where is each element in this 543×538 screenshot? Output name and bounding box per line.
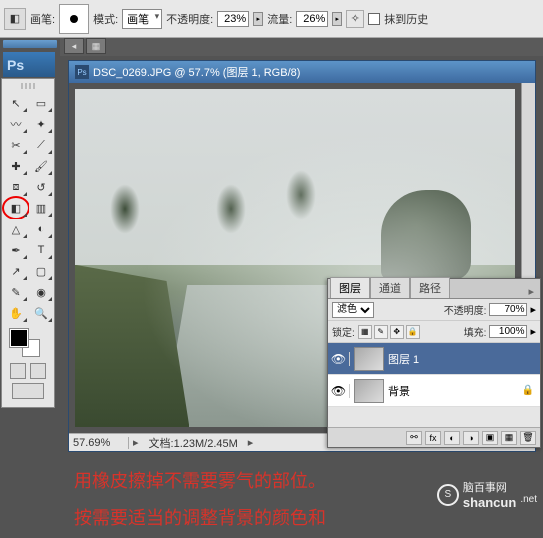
flow-label: 流量: bbox=[267, 11, 292, 27]
move-tool[interactable]: ↖ bbox=[4, 93, 28, 113]
palette-tab-icon[interactable]: ▦ bbox=[86, 38, 106, 54]
opacity-arrow-icon[interactable]: ▸ bbox=[253, 12, 263, 26]
annotation-line-1: 用橡皮擦掉不需要雾气的部位。 bbox=[74, 467, 326, 493]
wand-tool[interactable]: ✦ bbox=[29, 114, 53, 134]
crop-tool[interactable]: ✂ bbox=[4, 135, 28, 155]
heal-tool[interactable]: ✚ bbox=[4, 156, 28, 176]
brush-preview[interactable] bbox=[59, 4, 89, 34]
palette-toggle-icon[interactable]: ◂ bbox=[64, 38, 84, 54]
screen-mode-icon[interactable] bbox=[12, 383, 44, 399]
blur-tool[interactable]: △ bbox=[4, 219, 28, 239]
quickmask-standard-icon[interactable] bbox=[10, 363, 26, 379]
eraser-presets-icon[interactable]: ◧ bbox=[4, 8, 26, 30]
gradient-tool[interactable]: ▥ bbox=[29, 198, 53, 218]
filetype-icon: Ps bbox=[75, 65, 89, 79]
eyedrop-tool[interactable]: ◉ bbox=[29, 282, 53, 302]
options-bar: ◧ 画笔: 76 模式: 画笔 不透明度: 23% ▸ 流量: 26% ▸ ✧ … bbox=[0, 0, 543, 38]
document-titlebar[interactable]: Ps DSC_0269.JPG @ 57.7% (图层 1, RGB/8) bbox=[69, 61, 535, 83]
airbrush-icon[interactable]: ✧ bbox=[346, 10, 364, 28]
type-tool[interactable]: T bbox=[29, 240, 53, 260]
new-layer-icon[interactable]: ▦ bbox=[501, 431, 517, 445]
titlebar-decoration bbox=[3, 40, 57, 48]
layer-row[interactable]: 👁 背景 🔒 bbox=[328, 375, 540, 407]
pen-tool[interactable]: ✒ bbox=[4, 240, 28, 260]
opacity-slider-icon[interactable]: ▸ bbox=[530, 303, 536, 316]
delete-layer-icon[interactable]: 🗑 bbox=[520, 431, 536, 445]
layer-style-icon[interactable]: fx bbox=[425, 431, 441, 445]
slice-tool[interactable]: ⟋ bbox=[29, 135, 53, 155]
brush-tool[interactable]: 🖌 bbox=[29, 156, 53, 176]
visibility-icon[interactable]: 👁 bbox=[328, 352, 350, 366]
layers-footer: ⚯ fx ◐ ◑ ▣ ▦ 🗑 bbox=[328, 427, 540, 447]
toolbox-handle[interactable] bbox=[2, 81, 54, 91]
toolbox: ↖▭〰✦✂⟋✚🖌⧈↺◧▥△◐✒T↗▢✎◉✋🔍 bbox=[1, 78, 55, 408]
zoom-tool[interactable]: 🔍 bbox=[29, 303, 53, 323]
panel-menu-icon[interactable]: ▸ bbox=[522, 285, 540, 298]
layer-name: 图层 1 bbox=[388, 351, 419, 367]
blend-mode-dropdown[interactable]: 滤色 bbox=[332, 302, 374, 318]
foreground-color-swatch[interactable] bbox=[10, 329, 28, 347]
fill-slider-icon[interactable]: ▸ bbox=[530, 325, 536, 338]
lock-icon: 🔒 bbox=[522, 385, 534, 396]
hand-tool[interactable]: ✋ bbox=[4, 303, 28, 323]
tab-channels[interactable]: 通道 bbox=[370, 277, 410, 298]
mode-label: 模式: bbox=[93, 11, 118, 27]
lock-position-icon[interactable]: ✥ bbox=[390, 325, 404, 339]
tab-layers[interactable]: 图层 bbox=[330, 277, 370, 298]
watermark: S 脑百事网 shancun .net bbox=[437, 479, 537, 510]
layer-name: 背景 bbox=[388, 383, 410, 399]
annotation-line-2: 按需要适当的调整背景的颜色和 bbox=[74, 504, 326, 530]
lock-transparent-icon[interactable]: ▦ bbox=[358, 325, 372, 339]
status-arrow-icon[interactable]: ▸ bbox=[129, 436, 143, 449]
marquee-tool[interactable]: ▭ bbox=[29, 93, 53, 113]
document-title: DSC_0269.JPG @ 57.7% (图层 1, RGB/8) bbox=[93, 64, 300, 80]
layer-opacity-input[interactable]: 70% bbox=[489, 303, 527, 316]
shape-tool[interactable]: ▢ bbox=[29, 261, 53, 281]
layers-panel: 图层 通道 路径 ▸ 滤色 不透明度: 70% ▸ 锁定: ▦ ✎ ✥ 🔒 填充… bbox=[327, 278, 541, 448]
link-layers-icon[interactable]: ⚯ bbox=[406, 431, 422, 445]
flow-arrow-icon[interactable]: ▸ bbox=[332, 12, 342, 26]
stamp-tool[interactable]: ⧈ bbox=[4, 177, 28, 197]
panel-tabs: 图层 通道 路径 ▸ bbox=[328, 279, 540, 299]
lock-all-icon[interactable]: 🔒 bbox=[406, 325, 420, 339]
layer-opacity-label: 不透明度: bbox=[444, 302, 487, 317]
opacity-input[interactable]: 23% bbox=[217, 11, 249, 27]
layer-group-icon[interactable]: ▣ bbox=[482, 431, 498, 445]
fill-input[interactable]: 100% bbox=[489, 325, 527, 338]
lock-pixels-icon[interactable]: ✎ bbox=[374, 325, 388, 339]
fill-label: 填充: bbox=[464, 324, 487, 339]
canvas-area: ◂ ▦ Ps DSC_0269.JPG @ 57.7% (图层 1, RGB/8… bbox=[60, 38, 543, 538]
history-tool[interactable]: ↺ bbox=[29, 177, 53, 197]
layer-thumbnail[interactable] bbox=[354, 379, 384, 403]
adjustment-layer-icon[interactable]: ◑ bbox=[463, 431, 479, 445]
app-logo-icon: Ps bbox=[3, 52, 55, 77]
eraser-tool[interactable]: ◧ bbox=[4, 198, 28, 218]
path-tool[interactable]: ↗ bbox=[4, 261, 28, 281]
quickmask-mask-icon[interactable] bbox=[30, 363, 46, 379]
layer-row[interactable]: 👁 图层 1 bbox=[328, 343, 540, 375]
brush-label: 画笔: bbox=[30, 11, 55, 27]
erase-history-label: 抹到历史 bbox=[384, 11, 428, 27]
color-swatches[interactable] bbox=[2, 325, 54, 361]
visibility-icon[interactable]: 👁 bbox=[328, 384, 350, 398]
tab-paths[interactable]: 路径 bbox=[410, 277, 450, 298]
layer-mask-icon[interactable]: ◐ bbox=[444, 431, 460, 445]
flow-input[interactable]: 26% bbox=[296, 11, 328, 27]
mode-dropdown[interactable]: 画笔 bbox=[122, 9, 162, 29]
dodge-tool[interactable]: ◐ bbox=[29, 219, 53, 239]
erase-history-checkbox[interactable] bbox=[368, 13, 380, 25]
notes-tool[interactable]: ✎ bbox=[4, 282, 28, 302]
status-menu-icon[interactable]: ▸ bbox=[244, 436, 258, 449]
lock-label: 锁定: bbox=[332, 324, 355, 339]
zoom-value[interactable]: 57.69% bbox=[69, 437, 129, 449]
layer-thumbnail[interactable] bbox=[354, 347, 384, 371]
opacity-label: 不透明度: bbox=[166, 11, 213, 27]
palette-well: ◂ ▦ bbox=[60, 38, 543, 56]
watermark-logo-icon: S bbox=[437, 484, 459, 506]
lasso-tool[interactable]: 〰 bbox=[4, 114, 28, 134]
